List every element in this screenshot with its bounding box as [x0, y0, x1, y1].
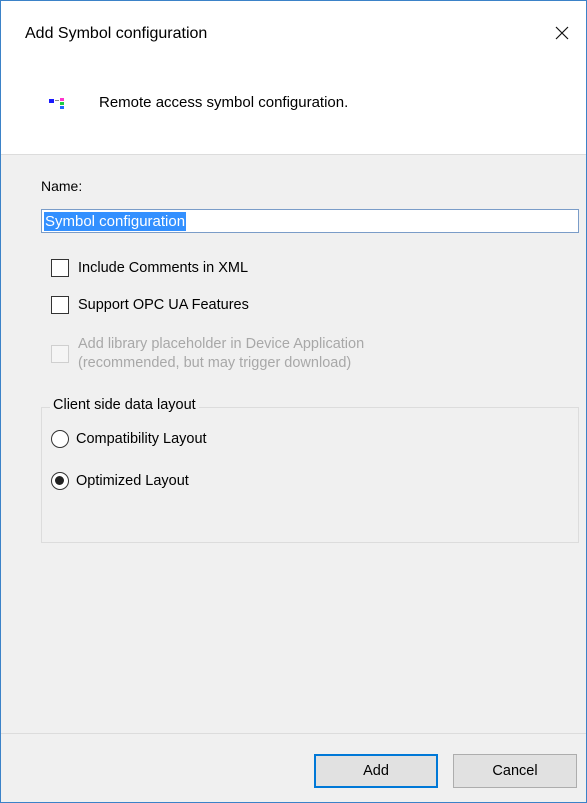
- support-opc-ua-checkbox[interactable]: [51, 296, 69, 314]
- dialog-window: Add Symbol configuration Remote access s…: [0, 0, 587, 803]
- support-opc-ua-checkbox-row[interactable]: Support OPC UA Features: [51, 296, 249, 314]
- include-comments-checkbox-row[interactable]: Include Comments in XML: [51, 259, 248, 277]
- add-button[interactable]: Add: [314, 754, 438, 788]
- compatibility-layout-option[interactable]: Compatibility Layout: [51, 430, 207, 448]
- library-placeholder-label: Add library placeholder in Device Applic…: [78, 335, 364, 373]
- name-input[interactable]: Symbol configuration: [41, 209, 579, 233]
- name-label: Name:: [41, 178, 83, 194]
- compatibility-layout-radio[interactable]: [51, 430, 69, 448]
- include-comments-label: Include Comments in XML: [78, 260, 249, 276]
- close-button[interactable]: [538, 11, 586, 55]
- library-placeholder-checkbox: [51, 345, 69, 363]
- close-icon: [555, 26, 569, 40]
- header-description: Remote access symbol configuration.: [99, 94, 349, 111]
- support-opc-ua-label: Support OPC UA Features: [78, 297, 249, 313]
- name-input-value: Symbol configuration: [44, 212, 187, 231]
- library-placeholder-checkbox-row: Add library placeholder in Device Applic…: [51, 335, 364, 373]
- dialog-title: Add Symbol configuration: [25, 25, 208, 42]
- title-bar: Add Symbol configuration: [1, 1, 586, 69]
- header-band: Remote access symbol configuration.: [1, 69, 586, 155]
- compatibility-layout-label: Compatibility Layout: [76, 431, 207, 447]
- cancel-button[interactable]: Cancel: [453, 754, 577, 788]
- library-placeholder-label-line1: Add library placeholder in Device Applic…: [78, 336, 365, 352]
- data-layout-group-title: Client side data layout: [50, 397, 199, 413]
- footer-separator: [1, 733, 586, 734]
- include-comments-checkbox[interactable]: [51, 259, 69, 277]
- optimized-layout-radio[interactable]: [51, 472, 69, 490]
- optimized-layout-label: Optimized Layout: [76, 473, 189, 489]
- optimized-layout-option[interactable]: Optimized Layout: [51, 472, 189, 490]
- symbol-config-icon: [49, 98, 64, 109]
- library-placeholder-label-line2: (recommended, but may trigger download): [78, 355, 352, 371]
